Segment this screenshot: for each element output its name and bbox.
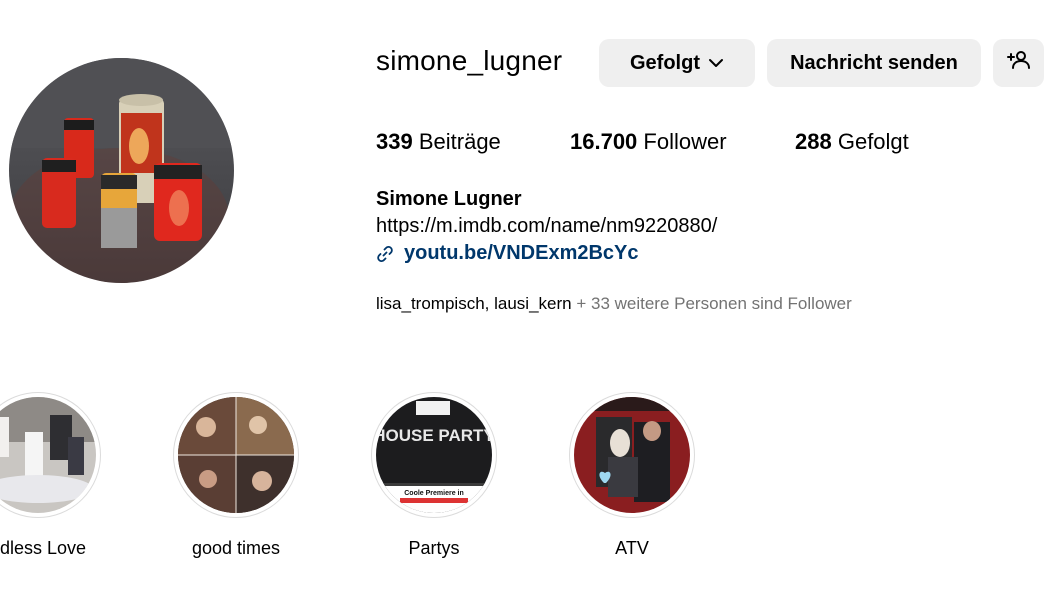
story-highlight[interactable]: HOUSE PARTY Coole Premiere in Partys (371, 392, 497, 558)
link-icon (376, 245, 394, 263)
story-highlight[interactable]: good times (173, 392, 299, 558)
chevron-down-icon (708, 55, 724, 71)
followed-by-user[interactable]: lausi_kern (494, 294, 572, 313)
profile-link[interactable]: youtu.be/VNDExm2BcYc (376, 242, 639, 265)
profile-bio: https://m.imdb.com/name/nm9220880/ (376, 215, 718, 237)
followers-count: 16.700 (570, 129, 638, 154)
highlight-cover (0, 397, 96, 513)
story-highlight[interactable]: ATV (569, 392, 695, 558)
highlight-cover: HOUSE PARTY Coole Premiere in (376, 397, 492, 513)
add-user-button[interactable] (993, 39, 1044, 87)
profile-full-name: Simone Lugner (376, 188, 522, 210)
highlight-label: good times (191, 538, 281, 558)
followed-by[interactable]: lisa_trompisch, lausi_kern + 33 weitere … (376, 294, 852, 314)
avatar-image (9, 58, 234, 283)
send-message-button[interactable]: Nachricht senden (767, 39, 981, 87)
highlight-label: Partys (408, 538, 460, 558)
posts-label: Beiträge (418, 129, 501, 154)
following-label: Gefolgt (837, 129, 909, 154)
profile-username: simone_lugner (376, 45, 563, 76)
story-highlight[interactable]: ndless Love (0, 392, 101, 558)
posts-count: 339 (376, 129, 413, 154)
highlight-cover (574, 397, 690, 513)
highlight-cover (178, 397, 294, 513)
following-button-label: Gefolgt (630, 51, 700, 74)
followed-by-more: + 33 weitere Personen sind Follower (571, 294, 852, 313)
highlight-label: ndless Love (0, 538, 87, 558)
followed-by-separator: , (484, 294, 495, 313)
followers-label: Follower (643, 129, 727, 154)
following-count: 288 (795, 129, 832, 154)
highlight-ring (569, 392, 695, 518)
followed-by-user[interactable]: lisa_trompisch (376, 294, 485, 313)
highlight-ring (173, 392, 299, 518)
highlight-ring (0, 392, 101, 518)
profile-link-text: youtu.be/VNDExm2BcYc (404, 242, 639, 264)
followers-stat[interactable]: 16.700 Follower (570, 129, 727, 155)
highlight-label: ATV (615, 538, 649, 558)
following-stat[interactable]: 288 Gefolgt (795, 129, 909, 155)
profile-avatar[interactable] (9, 58, 234, 283)
add-user-icon (1006, 48, 1031, 78)
send-message-label: Nachricht senden (790, 51, 958, 74)
highlight-cover-caption: Coole Premiere in (404, 490, 464, 497)
highlight-cover-title: HOUSE PARTY (376, 426, 492, 445)
posts-stat: 339 Beiträge (376, 129, 501, 155)
following-button[interactable]: Gefolgt (599, 39, 755, 87)
highlight-ring: HOUSE PARTY Coole Premiere in (371, 392, 497, 518)
